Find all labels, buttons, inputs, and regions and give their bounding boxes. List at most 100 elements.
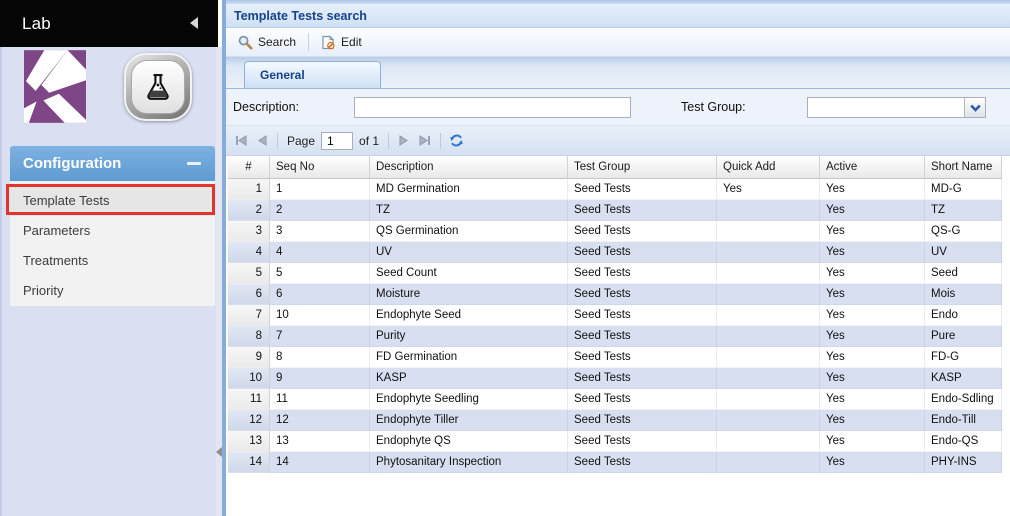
table-cell: Mois	[925, 284, 1002, 305]
table-cell: Seed Tests	[568, 347, 717, 368]
table-cell	[717, 347, 820, 368]
table-cell: Yes	[820, 305, 925, 326]
table-cell: MD Germination	[370, 179, 568, 200]
description-input[interactable]	[354, 97, 631, 118]
table-row[interactable]: 5 5 Seed Count Seed Tests Yes Seed	[228, 263, 1002, 284]
table-cell: FD-G	[925, 347, 1002, 368]
table-cell: 11	[270, 389, 370, 410]
grid-body: 1 1 MD Germination Seed Tests Yes Yes MD-G 2 2 TZ…	[228, 179, 1002, 473]
row-number-cell: 2	[228, 200, 270, 221]
row-number-cell: 4	[228, 242, 270, 263]
table-cell: Yes	[820, 200, 925, 221]
collapse-section-icon[interactable]	[187, 162, 201, 165]
last-page-icon[interactable]	[416, 132, 434, 150]
table-cell: 7	[270, 326, 370, 347]
sidebar-item-parameters[interactable]: Parameters	[10, 216, 215, 246]
table-cell: PHY-INS	[925, 452, 1002, 473]
table-cell: Endophyte Seed	[370, 305, 568, 326]
table-row[interactable]: 3 3 QS Germination Seed Tests Yes QS-G	[228, 221, 1002, 242]
table-cell	[717, 305, 820, 326]
sidebar-header: Lab	[0, 0, 218, 47]
table-cell	[717, 263, 820, 284]
column-header-description[interactable]: Description	[370, 156, 568, 178]
table-cell: Seed Tests	[568, 431, 717, 452]
paging-toolbar: Page of 1	[226, 126, 1010, 156]
main-panel: Template Tests search Search Edit Genera…	[222, 0, 1010, 516]
row-number-cell: 12	[228, 410, 270, 431]
table-cell: 5	[270, 263, 370, 284]
table-cell	[717, 368, 820, 389]
table-cell: 4	[270, 242, 370, 263]
table-cell: Yes	[820, 389, 925, 410]
table-row[interactable]: 4 4 UV Seed Tests Yes UV	[228, 242, 1002, 263]
prev-page-icon[interactable]	[253, 132, 271, 150]
edit-button[interactable]: Edit	[313, 32, 370, 53]
sidebar-item-treatments[interactable]: Treatments	[10, 246, 215, 276]
first-page-icon[interactable]	[232, 132, 250, 150]
table-row[interactable]: 8 7 Purity Seed Tests Yes Pure	[228, 326, 1002, 347]
company-logo	[24, 50, 86, 123]
refresh-icon[interactable]	[447, 132, 465, 150]
table-cell: 1	[270, 179, 370, 200]
table-cell: Seed	[925, 263, 1002, 284]
sidebar-collapse-icon[interactable]	[190, 17, 198, 29]
pager-separator	[440, 132, 442, 149]
table-row[interactable]: 1 1 MD Germination Seed Tests Yes Yes MD-G	[228, 179, 1002, 200]
table-cell: 14	[270, 452, 370, 473]
table-cell: TZ	[925, 200, 1002, 221]
table-cell: Yes	[820, 242, 925, 263]
table-row[interactable]: 11 11 Endophyte Seedling Seed Tests Yes Endo-…	[228, 389, 1002, 410]
column-header--[interactable]: #	[228, 156, 270, 178]
section-header-configuration[interactable]: Configuration	[10, 146, 215, 181]
table-cell: 9	[270, 368, 370, 389]
table-row[interactable]: 12 12 Endophyte Tiller Seed Tests Yes Endo-Ti…	[228, 410, 1002, 431]
table-cell: Seed Tests	[568, 221, 717, 242]
table-row[interactable]: 13 13 Endophyte QS Seed Tests Yes Endo-QS	[228, 431, 1002, 452]
search-button[interactable]: Search	[230, 32, 304, 53]
column-header-quick-add[interactable]: Quick Add	[717, 156, 820, 178]
table-cell: Endophyte QS	[370, 431, 568, 452]
table-cell: Seed Tests	[568, 368, 717, 389]
table-cell: QS Germination	[370, 221, 568, 242]
sidebar-item-priority[interactable]: Priority	[10, 276, 215, 306]
table-row[interactable]: 7 10 Endophyte Seed Seed Tests Yes Endo	[228, 305, 1002, 326]
table-row[interactable]: 9 8 FD Germination Seed Tests Yes FD-G	[228, 347, 1002, 368]
combo-trigger-button[interactable]	[964, 98, 985, 117]
table-cell: Seed Tests	[568, 389, 717, 410]
table-cell: Yes	[820, 347, 925, 368]
table-cell: TZ	[370, 200, 568, 221]
tab-bar: General	[226, 57, 1010, 89]
column-header-short-name[interactable]: Short Name	[925, 156, 1002, 178]
table-cell: Seed Tests	[568, 179, 717, 200]
pager-separator	[277, 132, 278, 149]
table-cell: Yes	[820, 263, 925, 284]
page-number-input[interactable]	[321, 131, 354, 150]
test-group-value	[808, 98, 964, 117]
sidebar-menu: Template Tests Parameters Treatments Pri…	[10, 181, 215, 306]
column-header-active[interactable]: Active	[820, 156, 925, 178]
table-cell: Pure	[925, 326, 1002, 347]
table-row[interactable]: 10 9 KASP Seed Tests Yes KASP	[228, 368, 1002, 389]
column-header-seq-no[interactable]: Seq No	[270, 156, 370, 178]
table-cell: Yes	[820, 410, 925, 431]
table-cell: Yes	[820, 221, 925, 242]
table-cell	[717, 389, 820, 410]
tab-general[interactable]: General	[244, 61, 381, 88]
column-header-test-group[interactable]: Test Group	[568, 156, 717, 178]
next-page-icon[interactable]	[395, 132, 413, 150]
table-cell: Yes	[820, 452, 925, 473]
sidebar-item-template-tests[interactable]: Template Tests	[10, 186, 215, 216]
table-cell: Yes	[820, 179, 925, 200]
row-number-cell: 3	[228, 221, 270, 242]
row-number-cell: 8	[228, 326, 270, 347]
section-title: Configuration	[23, 155, 122, 172]
table-cell: 13	[270, 431, 370, 452]
test-group-select[interactable]	[807, 97, 986, 118]
panel-title-bar: Template Tests search	[226, 4, 1010, 28]
table-row[interactable]: 2 2 TZ Seed Tests Yes TZ	[228, 200, 1002, 221]
row-number-cell: 9	[228, 347, 270, 368]
table-row[interactable]: 6 6 Moisture Seed Tests Yes Mois	[228, 284, 1002, 305]
table-row[interactable]: 14 14 Phytosanitary Inspection Seed Tests Ye…	[228, 452, 1002, 473]
table-cell	[717, 452, 820, 473]
page-label: Page	[287, 133, 316, 148]
